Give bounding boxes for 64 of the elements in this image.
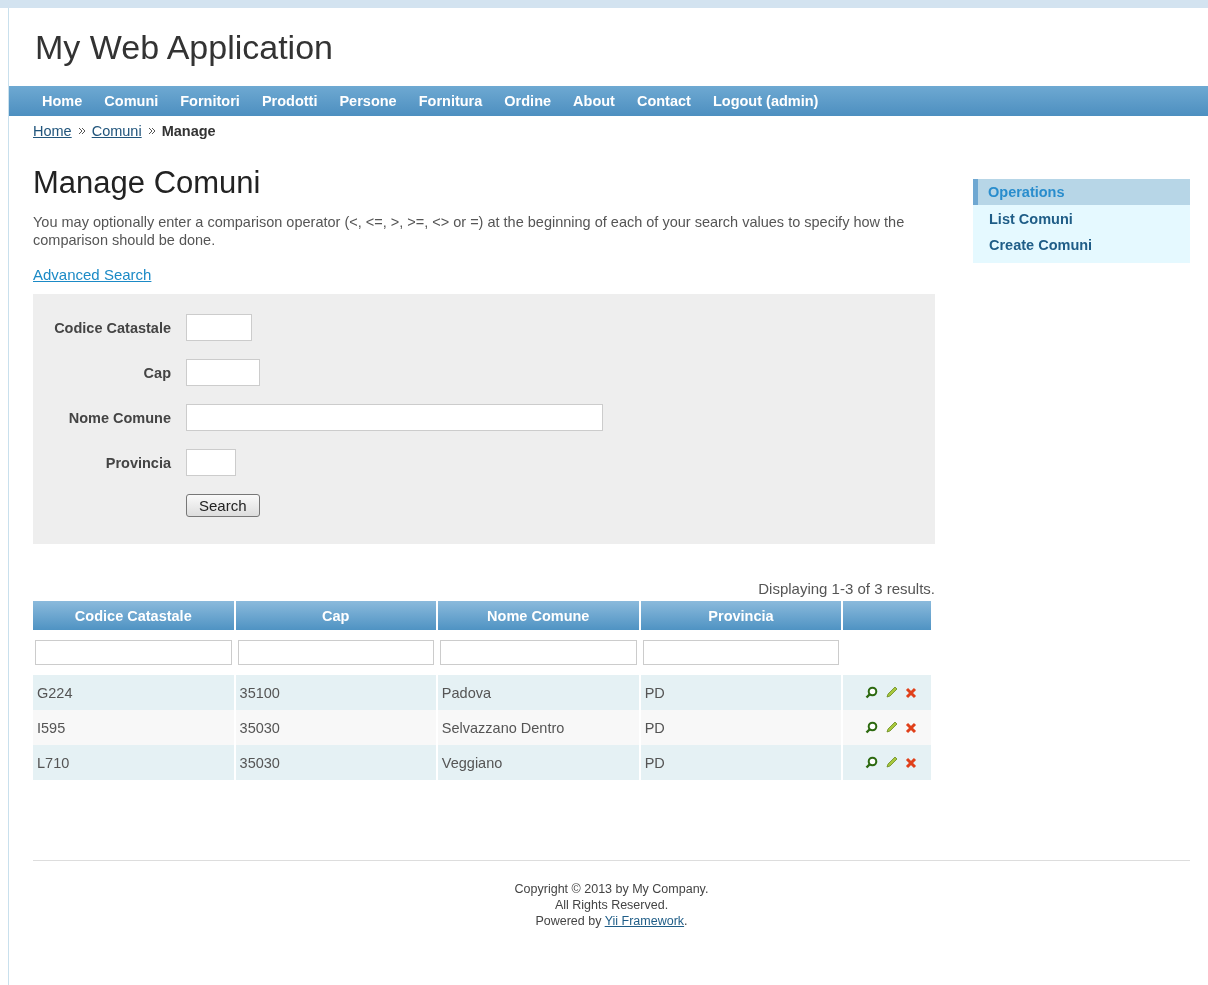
nav-link[interactable]: Persone [328, 93, 408, 109]
table-cell: I595 [33, 710, 234, 745]
nav-link[interactable]: Contact [625, 93, 702, 109]
input-field[interactable] [186, 359, 260, 386]
table-cell: G224 [33, 675, 234, 710]
pencil-icon[interactable] [885, 686, 898, 699]
pencil-icon[interactable] [885, 756, 898, 769]
column-header[interactable]: Nome Comune [437, 601, 639, 630]
breadcrumb-link[interactable]: Home [33, 123, 72, 139]
input-field[interactable] [186, 449, 236, 476]
search-icon[interactable] [865, 686, 878, 699]
separator-icon [148, 128, 155, 134]
breadcrumb-current: Manage [161, 123, 216, 139]
nav-link[interactable]: Comuni [93, 93, 170, 109]
search-button[interactable]: Search [186, 494, 260, 517]
field-label: Nome Comune [67, 409, 171, 426]
pencil-icon[interactable] [885, 721, 898, 734]
nav-link[interactable]: Fornitori [169, 93, 251, 109]
rights-text: All Rights Reserved. [553, 897, 670, 913]
sidebar-link[interactable]: List Comuni [973, 205, 1190, 231]
intro-text: You may optionally enter a comparison operator (<, <=, >, >=, <> or =) at the beginning of each of your search values to specify how the comparison should be done. [33, 213, 906, 249]
powered-by-text: Powered by Yii Framework. [534, 913, 689, 929]
separator-icon [78, 128, 85, 134]
column-header[interactable]: Codice Catastale [33, 601, 234, 630]
nav-link[interactable]: Home [31, 93, 94, 109]
table-cell: L710 [33, 745, 234, 780]
delete-icon[interactable] [905, 686, 917, 699]
filter-field[interactable] [642, 640, 840, 665]
table-cell: PD [640, 710, 842, 745]
filter-field[interactable] [35, 640, 232, 665]
table-cell: 35030 [235, 745, 436, 780]
table-cell: Selvazzano Dentro [437, 710, 639, 745]
table-cell: Veggiano [437, 745, 639, 780]
advanced-search-link[interactable]: Advanced Search [33, 266, 152, 283]
sidebar-link[interactable]: Create Comuni [973, 231, 1190, 257]
table-cell: PD [640, 745, 842, 780]
search-icon[interactable] [865, 721, 878, 734]
nav-link[interactable]: Fornitura [407, 93, 494, 109]
nav-link[interactable]: Logout (admin) [701, 93, 830, 109]
input-field[interactable] [186, 314, 252, 341]
results-summary: Displaying 1-3 of 3 results. [757, 580, 935, 597]
panel-title: Operations [973, 179, 1190, 205]
filter-field[interactable] [237, 640, 434, 665]
breadcrumb-link[interactable]: Comuni [91, 123, 142, 139]
input-field[interactable] [186, 404, 603, 431]
search-icon[interactable] [865, 756, 878, 769]
field-label: Cap [142, 364, 171, 381]
nav-link[interactable]: About [562, 93, 626, 109]
table-cell: PD [640, 675, 842, 710]
nav-link[interactable]: Ordine [493, 93, 563, 109]
column-header[interactable]: Provincia [640, 601, 842, 630]
table-cell: Padova [437, 675, 639, 710]
nav-link[interactable]: Prodotti [250, 93, 329, 109]
table-cell: 35100 [235, 675, 436, 710]
filter-field[interactable] [439, 640, 637, 665]
table-cell: 35030 [235, 710, 436, 745]
copyright-text: Copyright © 2013 by My Company. [513, 881, 710, 897]
site-title: My Web Application [35, 27, 333, 67]
page-title: Manage Comuni [33, 165, 262, 201]
column-header[interactable]: Cap [235, 601, 436, 630]
delete-icon[interactable] [905, 756, 917, 769]
field-label: Codice Catastale [53, 319, 171, 336]
delete-icon[interactable] [905, 721, 917, 734]
field-label: Provincia [104, 454, 171, 471]
